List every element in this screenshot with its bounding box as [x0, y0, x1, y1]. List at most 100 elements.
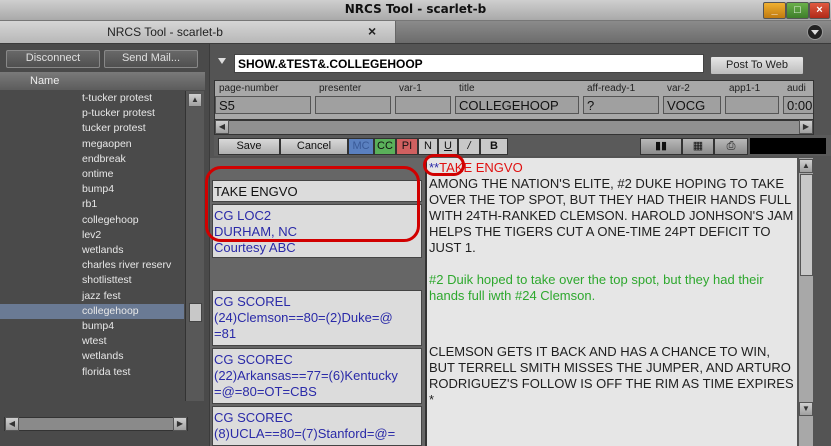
- save-button[interactable]: Save: [218, 138, 280, 155]
- mc-button[interactable]: MC: [348, 138, 374, 155]
- field-header: presenter: [319, 83, 362, 94]
- cue-line: (8)UCLA==80=(7)Stanford=@=: [214, 426, 396, 441]
- list-item[interactable]: ontime: [0, 167, 184, 182]
- field-header: aff-ready-1: [587, 83, 636, 94]
- list-item[interactable]: florida test: [0, 365, 184, 380]
- field-value[interactable]: [395, 96, 451, 114]
- field-value[interactable]: VOCG: [663, 96, 721, 114]
- bold-button[interactable]: B: [480, 138, 508, 155]
- cue-line: CG SCOREC: [214, 410, 293, 425]
- scroll-up-icon[interactable]: ▲: [188, 93, 202, 107]
- story-editor: SHOW.&TEST&.COLLEGEHOOP Post To Web page…: [205, 44, 831, 446]
- tab-bar: NRCS Tool - scarlet-b ×: [0, 21, 831, 43]
- field-header: page-number: [219, 83, 279, 94]
- list-item[interactable]: rb1: [0, 197, 184, 212]
- field-value[interactable]: COLLEGEHOOP: [455, 96, 579, 114]
- list-item[interactable]: endbreak: [0, 152, 184, 167]
- list-item[interactable]: t-tucker protest: [0, 91, 184, 106]
- list-item[interactable]: megaopen: [0, 137, 184, 152]
- field-value[interactable]: [315, 96, 391, 114]
- cue-line: CG SCOREC: [214, 352, 293, 367]
- send-mail-button[interactable]: Send Mail...: [104, 50, 198, 68]
- field-value[interactable]: 0:00: [783, 96, 813, 114]
- minimize-button[interactable]: _: [763, 2, 786, 19]
- cue-line: (22)Arkansas==77=(6)Kentucky: [214, 368, 398, 383]
- name-column-label: Name: [30, 75, 60, 87]
- field-header: var-1: [399, 83, 422, 94]
- list-item[interactable]: jazz fest: [0, 289, 184, 304]
- cc-button[interactable]: CC: [374, 138, 396, 155]
- story-scroll-down-icon[interactable]: ▼: [799, 402, 813, 416]
- cue-block-3[interactable]: CG SCOREC (22)Arkansas==77=(6)Kentucky =…: [212, 348, 422, 404]
- story-paragraph-1: AMONG THE NATION'S ELITE, #2 DUKE HOPING…: [429, 176, 794, 255]
- tab-nrcs-tool[interactable]: NRCS Tool - scarlet-b ×: [0, 21, 396, 43]
- n-button[interactable]: N: [418, 138, 438, 155]
- field-header: audi: [787, 83, 806, 94]
- italic-button[interactable]: /: [458, 138, 480, 155]
- name-column-header[interactable]: Name: [0, 72, 205, 90]
- list-item[interactable]: wetlands: [0, 349, 184, 364]
- list-scroll-thumb[interactable]: [189, 303, 202, 322]
- post-to-web-button[interactable]: Post To Web: [710, 56, 804, 75]
- slug-bar: SHOW.&TEST&.COLLEGEHOOP Post To Web: [210, 50, 831, 75]
- list-item[interactable]: charles river reserv: [0, 258, 184, 273]
- story-paragraph-2: CLEMSON GETS IT BACK AND HAS A CHANCE TO…: [429, 344, 794, 407]
- field-header: app1-1: [729, 83, 761, 94]
- production-cues-pane: TAKE ENGVO CG LOC2 DURHAM, NC Courtesy A…: [205, 158, 427, 446]
- story-vertical-scrollbar[interactable]: ▲ ▼: [798, 158, 813, 446]
- field-header: title: [459, 83, 475, 94]
- annotation-circle-small: [423, 154, 465, 176]
- list-item[interactable]: bump4: [0, 182, 184, 197]
- story-form-fields: page-number S5 presenter var-1 title COLLEGEH…: [214, 80, 814, 120]
- close-window-button[interactable]: ×: [809, 2, 830, 19]
- cue-line: (24)Clemson==80=(2)Duke=@: [214, 310, 393, 325]
- story-scroll-thumb[interactable]: [800, 174, 813, 276]
- list-vertical-scrollbar[interactable]: ▲: [185, 91, 204, 401]
- story-note-green: #2 Duik hoped to take over the top spot,…: [429, 272, 764, 303]
- cue-block-2[interactable]: CG SCOREL (24)Clemson==80=(2)Duke=@ =81: [212, 290, 422, 346]
- slug-field[interactable]: SHOW.&TEST&.COLLEGEHOOP: [234, 54, 704, 73]
- left-panel: Disconnect Send Mail... Name t-tucker pr…: [0, 44, 209, 446]
- tab-label: NRCS Tool - scarlet-b: [107, 25, 223, 39]
- list-item[interactable]: bump4: [0, 319, 184, 334]
- cue-block-4[interactable]: CG SCOREC (8)UCLA==80=(7)Stanford=@=: [212, 406, 422, 446]
- list-item[interactable]: lev2: [0, 228, 184, 243]
- cue-line: Courtesy ABC: [214, 240, 296, 255]
- list-horizontal-scrollbar[interactable]: ◀ ▶: [4, 417, 188, 431]
- fields-scroll-right-icon[interactable]: ▶: [799, 120, 813, 134]
- slug-dropdown-icon[interactable]: [218, 58, 226, 64]
- tab-close-icon[interactable]: ×: [368, 23, 376, 39]
- pi-button[interactable]: PI: [396, 138, 418, 155]
- maximize-button[interactable]: □: [786, 2, 809, 19]
- chevron-down-icon[interactable]: [807, 24, 823, 40]
- list-item[interactable]: collegehoop: [0, 303, 184, 319]
- annotation-circle: [205, 166, 420, 242]
- disconnect-button[interactable]: Disconnect: [6, 50, 100, 68]
- list-item[interactable]: collegehoop: [0, 213, 184, 228]
- field-value[interactable]: ?: [583, 96, 659, 114]
- cue-line: CG SCOREL: [214, 294, 291, 309]
- scroll-left-icon[interactable]: ◀: [5, 417, 19, 431]
- print-icon[interactable]: ⎙: [714, 138, 748, 155]
- list-item[interactable]: shotlisttest: [0, 273, 184, 288]
- status-display: [750, 138, 826, 154]
- fields-horizontal-scrollbar[interactable]: ◀ ▶: [214, 120, 814, 135]
- cue-line: =81: [214, 326, 237, 341]
- story-text-pane[interactable]: **TAKE ENGVO AMONG THE NATION'S ELITE, #…: [423, 154, 797, 446]
- window-title: NRCS Tool - scarlet-b: [344, 2, 487, 16]
- underline-button[interactable]: U: [438, 138, 458, 155]
- video-control-icon[interactable]: ▮▮: [640, 138, 682, 155]
- fields-spacer: [813, 80, 827, 120]
- list-item[interactable]: tucker protest: [0, 121, 184, 136]
- scroll-right-icon[interactable]: ▶: [173, 417, 187, 431]
- list-item[interactable]: wtest: [0, 334, 184, 349]
- cue-line: =@=80=OT=CBS: [214, 384, 317, 399]
- story-scroll-up-icon[interactable]: ▲: [799, 159, 813, 173]
- grid-view-icon[interactable]: ▦: [682, 138, 714, 155]
- fields-scroll-left-icon[interactable]: ◀: [215, 120, 229, 134]
- field-value[interactable]: S5: [215, 96, 311, 114]
- list-item[interactable]: p-tucker protest: [0, 106, 184, 121]
- field-value[interactable]: [725, 96, 779, 114]
- list-item[interactable]: wetlands: [0, 243, 184, 258]
- cancel-button[interactable]: Cancel: [280, 138, 348, 155]
